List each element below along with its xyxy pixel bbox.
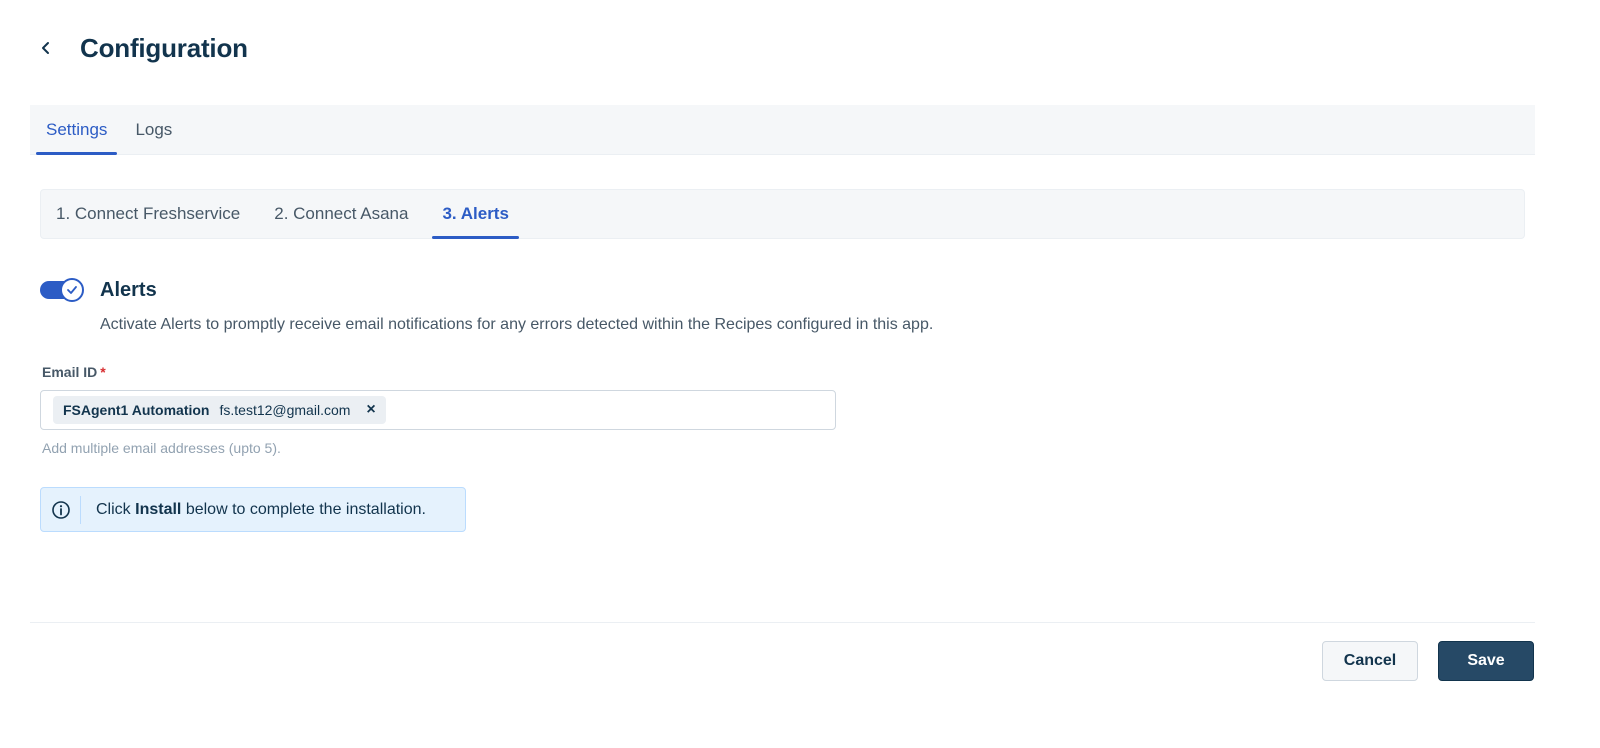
email-label: Email ID * [42, 364, 106, 380]
email-helper-text: Add multiple email addresses (upto 5). [42, 440, 281, 456]
footer-divider [30, 622, 1535, 623]
email-field[interactable]: FSAgent1 Automation fs.test12@gmail.com … [40, 390, 836, 430]
info-suffix: below to complete the installation. [185, 500, 426, 518]
step-tabs: 1. Connect Freshservice 2. Connect Asana… [40, 189, 1525, 239]
alerts-toggle[interactable] [40, 278, 84, 302]
back-button[interactable] [36, 38, 56, 58]
tab-connect-freshservice[interactable]: 1. Connect Freshservice [46, 190, 250, 238]
save-button[interactable]: Save [1438, 641, 1534, 681]
page-header: Configuration [36, 30, 248, 66]
info-prefix: Click [96, 500, 131, 518]
tab-connect-asana[interactable]: 2. Connect Asana [264, 190, 418, 238]
tab-logs[interactable]: Logs [125, 105, 182, 154]
chip-name: FSAgent1 Automation [63, 402, 210, 418]
info-bold: Install [135, 500, 182, 518]
toggle-knob [60, 278, 84, 302]
chip-email: fs.test12@gmail.com [219, 402, 351, 418]
cancel-button[interactable]: Cancel [1322, 641, 1418, 681]
tab-settings[interactable]: Settings [36, 105, 118, 155]
required-mark: * [100, 364, 106, 380]
email-label-text: Email ID [42, 364, 98, 380]
info-text: Click Install below to complete the inst… [96, 501, 426, 519]
info-banner: Click Install below to complete the inst… [40, 487, 466, 532]
page-title: Configuration [80, 32, 248, 63]
alerts-title: Alerts [100, 279, 157, 301]
main-tabs: Settings Logs [30, 105, 1535, 155]
tab-alerts[interactable]: 3. Alerts [432, 190, 520, 239]
info-icon [51, 500, 70, 519]
chevron-left-icon [42, 42, 49, 54]
info-icon-wrap [41, 495, 81, 524]
email-chip: FSAgent1 Automation fs.test12@gmail.com … [53, 396, 386, 424]
alerts-description: Activate Alerts to promptly receive emai… [100, 316, 934, 333]
check-icon [67, 286, 77, 294]
chip-remove-icon[interactable]: × [366, 402, 375, 418]
